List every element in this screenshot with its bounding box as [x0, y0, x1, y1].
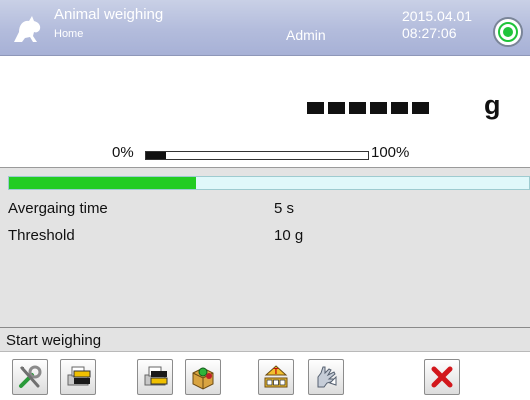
weight-display: g 0% 100%	[0, 57, 530, 167]
printout-footer-button[interactable]	[137, 359, 173, 395]
time-text: 08:27:06	[402, 25, 457, 41]
param-value-threshold: 10 g	[274, 227, 304, 244]
exit-button[interactable]	[424, 359, 460, 395]
bottom-toolbar: T	[0, 352, 530, 400]
reading-dash	[370, 102, 387, 114]
animal-icon	[14, 16, 41, 42]
level-dot	[503, 27, 513, 37]
reading-dash	[307, 102, 324, 114]
tools-icon	[19, 365, 42, 388]
reading-dash	[412, 102, 429, 114]
level-indicator-icon	[498, 22, 518, 42]
reading-dash	[391, 102, 408, 114]
svg-text:T: T	[274, 367, 279, 376]
info-panel: Avergaing time 5 s Threshold 10 g	[0, 167, 530, 327]
status-message: Start weighing	[6, 332, 102, 349]
database-button[interactable]	[185, 359, 221, 395]
param-label-threshold: Threshold	[8, 227, 75, 244]
printout-header-icon	[67, 366, 91, 386]
reading-dash	[349, 102, 366, 114]
database-box-icon	[192, 367, 214, 390]
status-bar: Start weighing	[0, 327, 530, 352]
tare-icon: T	[264, 365, 288, 388]
settings-button[interactable]	[12, 359, 48, 395]
weighing-range-bar	[145, 151, 369, 160]
reading-dash	[328, 102, 345, 114]
weighing-range-fill	[146, 152, 166, 159]
hand-icon	[317, 366, 337, 388]
range-min-label: 0%	[112, 144, 134, 161]
app-title: Animal weighing	[54, 6, 164, 23]
param-label-averaging: Avergaing time	[8, 200, 108, 217]
profile-button[interactable]	[308, 359, 344, 395]
param-value-averaging: 5 s	[274, 200, 295, 217]
top-header: Animal weighing Home Admin 2015.04.01 08…	[0, 0, 530, 56]
progress-bar	[8, 176, 530, 190]
printout-footer-icon	[144, 366, 168, 386]
tare-button[interactable]: T	[258, 359, 294, 395]
user-name[interactable]: Admin	[286, 27, 326, 43]
progress-fill	[9, 177, 197, 189]
close-icon	[431, 366, 453, 388]
weight-unit[interactable]: g	[484, 90, 501, 121]
level-indicator-button[interactable]	[493, 17, 523, 47]
range-max-label: 100%	[371, 144, 410, 161]
date-text: 2015.04.01	[402, 8, 473, 24]
printout-header-button[interactable]	[60, 359, 96, 395]
breadcrumb: Home	[54, 28, 84, 40]
weight-reading	[307, 102, 429, 114]
